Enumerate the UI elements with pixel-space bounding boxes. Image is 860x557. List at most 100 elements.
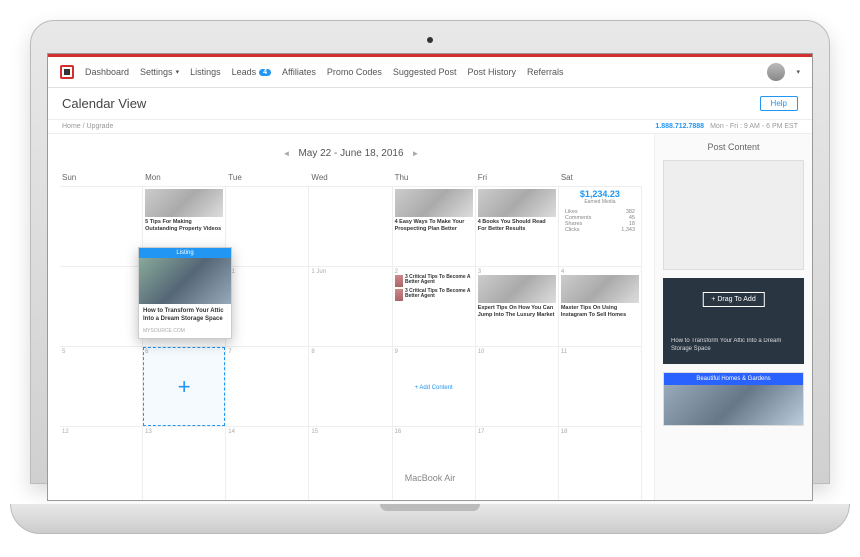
nav-referrals[interactable]: Referrals [527, 67, 564, 77]
post-caption: 4 Books You Should Read For Better Resul… [478, 219, 556, 232]
day-number: 5 [62, 349, 65, 355]
top-nav: Dashboard Settings▾ Listings Leads4 Affi… [48, 57, 812, 88]
nav-settings-label: Settings [140, 67, 173, 77]
calendar-cell[interactable]: 14 [226, 427, 309, 501]
calendar-cell[interactable]: 17 [476, 427, 559, 501]
calendar-cell[interactable]: 4 Easy Ways To Make Your Prospecting Pla… [393, 187, 476, 267]
nav-dashboard[interactable]: Dashboard [85, 67, 129, 77]
calendar-cell[interactable]: 7 [226, 347, 309, 427]
day-header: Wed [309, 169, 392, 186]
calendar-cell[interactable]: 12 [60, 427, 143, 501]
post-caption: Expert Tips On How You Can Jump Into The… [478, 305, 556, 318]
mini-thumb-icon [395, 275, 403, 287]
day-number: 8 [311, 349, 314, 355]
calendar-cell[interactable]: 15 [309, 427, 392, 501]
post-caption: 5 Tips For Making Outstanding Property V… [145, 219, 223, 232]
breadcrumb[interactable]: Home / Upgrade [62, 123, 113, 130]
day-number: 1 Jun [311, 269, 326, 275]
day-header: Sun [60, 169, 143, 186]
post-thumb [145, 189, 223, 217]
day-number: 11 [561, 349, 567, 355]
calendar-cell[interactable]: 18 [559, 427, 642, 501]
calendar-cell[interactable]: 4 Master Tips On Using Instagram To Sell … [559, 267, 642, 347]
day-number: 14 [228, 429, 235, 435]
mini-thumb-icon [395, 289, 403, 301]
calendar-cell[interactable]: 16 [393, 427, 476, 501]
calendar-cell[interactable]: 4 Books You Should Read For Better Resul… [476, 187, 559, 267]
dragged-card[interactable]: Listing How to Transform Your Attic Into… [138, 247, 232, 339]
day-number: 16 [395, 429, 402, 435]
chevron-down-icon: ▾ [176, 68, 180, 76]
calendar-cell[interactable]: 6+ [143, 347, 226, 427]
laptop-base [10, 504, 850, 534]
drag-source-card[interactable]: + Drag To Add How to Transform Your Atti… [663, 278, 804, 364]
nav-affiliates[interactable]: Affiliates [282, 67, 316, 77]
day-number: 4 [561, 269, 564, 275]
add-content-link[interactable]: + Add Content [395, 355, 473, 391]
day-header: Thu [393, 169, 476, 186]
earned-amount: $1,234.23 [561, 189, 639, 199]
day-number: 15 [311, 429, 318, 435]
logo-icon[interactable] [60, 65, 74, 79]
calendar-cell[interactable]: 10 [476, 347, 559, 427]
drag-card-title: How to Transform Your Attic Into a Dream… [671, 338, 796, 354]
card-tag: Listing [139, 248, 231, 258]
card-source: MYSOURCE.COM [139, 328, 231, 338]
leads-badge: 4 [259, 69, 271, 76]
suggested-card[interactable]: Beautiful Homes & Gardens [663, 372, 804, 426]
sidebar-title: Post Content [663, 142, 804, 152]
avatar[interactable] [767, 63, 785, 81]
stats-block: Likes382 Comments45 Shares18 Clicks1,343 [561, 209, 639, 233]
day-header: Mon [143, 169, 226, 186]
prev-range-icon[interactable]: ◄ [283, 149, 291, 158]
calendar-cell[interactable]: 31 [226, 267, 309, 347]
day-number: 10 [478, 349, 485, 355]
mini-post[interactable]: 3 Critical Tips To Become A Better Agent [395, 289, 473, 301]
calendar-cell[interactable]: 11 [559, 347, 642, 427]
calendar-cell[interactable] [60, 187, 143, 267]
day-number: 3 [478, 269, 481, 275]
nav-leads[interactable]: Leads4 [232, 67, 271, 77]
day-header: Sat [559, 169, 642, 186]
post-thumb [478, 189, 556, 217]
suggested-card-image [664, 385, 803, 425]
next-range-icon[interactable]: ► [412, 149, 420, 158]
card-image [139, 258, 231, 304]
calendar-cell[interactable]: 1 Jun [309, 267, 392, 347]
card-title: How to Transform Your Attic Into a Dream… [139, 304, 231, 328]
calendar-cell[interactable]: 3 Expert Tips On How You Can Jump Into Th… [476, 267, 559, 347]
support-phone: 1.888.712.7888 [655, 123, 704, 130]
calendar-cell[interactable]: $1,234.23 Earned Media Likes382 Comments… [559, 187, 642, 267]
calendar-cell[interactable]: 5 [60, 347, 143, 427]
post-caption: Master Tips On Using Instagram To Sell H… [561, 305, 639, 318]
day-header: Tue [226, 169, 309, 186]
post-thumb [395, 189, 473, 217]
calendar-cell[interactable] [226, 187, 309, 267]
drop-target[interactable]: + [143, 347, 225, 426]
calendar-cell[interactable]: 8 [309, 347, 392, 427]
calendar-cell[interactable] [60, 267, 143, 347]
calendar-cell[interactable]: 9+ Add Content [393, 347, 476, 427]
nav-post-history[interactable]: Post History [467, 67, 516, 77]
avatar-chevron-icon[interactable]: ▾ [796, 68, 800, 76]
mini-post[interactable]: 3 Critical Tips To Become A Better Agent [395, 275, 473, 287]
mini-caption: 3 Critical Tips To Become A Better Agent [405, 289, 473, 301]
drag-to-add-button[interactable]: + Drag To Add [702, 292, 764, 307]
support-hours: Mon - Fri : 9 AM - 6 PM EST [710, 123, 798, 130]
nav-promo-codes[interactable]: Promo Codes [327, 67, 382, 77]
device-brand: MacBook Air [47, 473, 813, 483]
day-number: 9 [395, 349, 398, 355]
mini-caption: 3 Critical Tips To Become A Better Agent [405, 275, 473, 287]
calendar-cell[interactable] [309, 187, 392, 267]
help-button[interactable]: Help [760, 96, 798, 111]
nav-settings[interactable]: Settings▾ [140, 67, 179, 77]
earned-label: Earned Media [561, 199, 639, 205]
calendar-cell[interactable]: 2 3 Critical Tips To Become A Better Age… [393, 267, 476, 347]
nav-listings[interactable]: Listings [190, 67, 221, 77]
content-placeholder [663, 160, 804, 270]
day-number: 17 [478, 429, 485, 435]
suggested-card-header: Beautiful Homes & Gardens [664, 373, 803, 385]
calendar-cell[interactable]: 13 [143, 427, 226, 501]
nav-suggested-post[interactable]: Suggested Post [393, 67, 457, 77]
post-thumb [478, 275, 556, 303]
